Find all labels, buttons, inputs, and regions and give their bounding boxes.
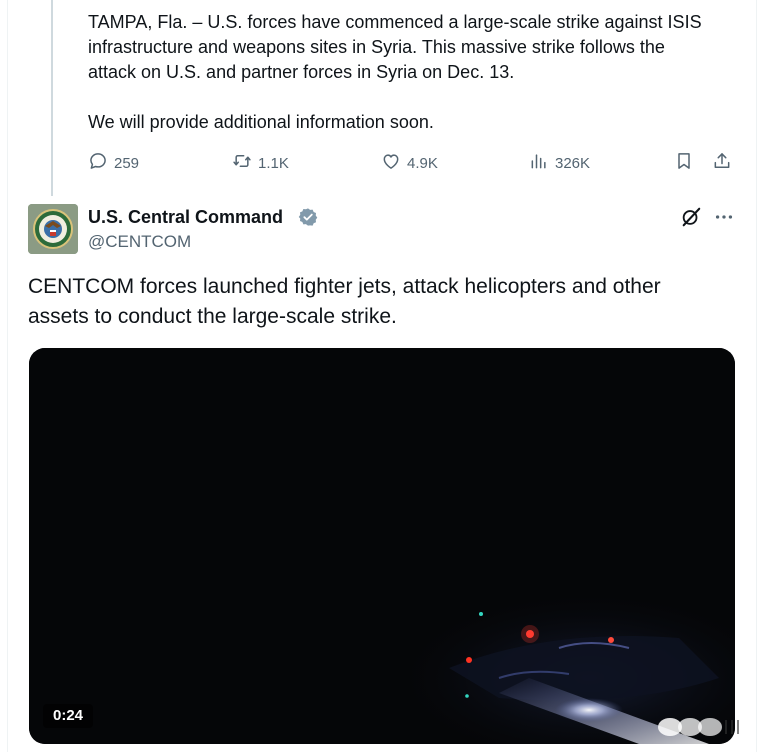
timeline-border-right [756, 0, 757, 752]
reply-count: 259 [114, 154, 140, 172]
like-icon [381, 151, 401, 175]
tweet-2-line-1: CENTCOM forces launched fighter jets, at… [28, 275, 661, 298]
share-icon [712, 151, 732, 175]
repost-icon [232, 151, 252, 175]
centcom-seal-logo [28, 204, 78, 254]
tweet-2-body: CENTCOM forces launched fighter jets, at… [28, 272, 748, 332]
tweet-1-line-3: attack on U.S. and partner forces in Syr… [88, 62, 515, 82]
tweet-1-line-1: TAMPA, Fla. – U.S. forces have commenced… [88, 12, 702, 32]
grok-icon[interactable] [680, 206, 702, 228]
video-player[interactable]: 0:24 [29, 348, 735, 744]
like-button[interactable]: 4.9K [381, 150, 438, 176]
reply-button[interactable]: 259 [88, 150, 139, 176]
watermark-logo [658, 718, 739, 736]
tweet-1-action-bar: 259 1.1K 4.9K 326K [88, 150, 748, 176]
share-button[interactable] [712, 150, 732, 176]
repost-button[interactable]: 1.1K [232, 150, 289, 176]
author-name[interactable]: U.S. Central Command [88, 205, 283, 229]
bookmark-button[interactable] [674, 150, 694, 176]
verified-badge-icon [298, 207, 318, 227]
repost-count: 1.1K [258, 154, 289, 172]
views-count: 326K [555, 154, 591, 172]
views-button[interactable]: 326K [529, 150, 590, 176]
views-icon [529, 151, 549, 175]
bookmark-icon [674, 151, 694, 175]
video-duration-badge: 0:24 [43, 704, 94, 728]
tweet-1-body: TAMPA, Fla. – U.S. forces have commenced… [88, 10, 748, 135]
like-count: 4.9K [407, 154, 438, 172]
more-icon[interactable] [713, 206, 735, 228]
thread-connector-line [51, 0, 53, 196]
video-frame-night-aircraft [29, 348, 735, 744]
author-handle[interactable]: @CENTCOM [88, 231, 191, 253]
tweet-2-line-2: assets to conduct the large-scale strike… [28, 305, 397, 328]
reply-icon [88, 151, 108, 175]
timeline-border-left [7, 0, 8, 752]
tweet-1-line-2: infrastructure and weapons sites in Syri… [88, 37, 665, 57]
avatar[interactable] [28, 204, 78, 254]
tweet-1-followup: We will provide additional information s… [88, 112, 434, 132]
